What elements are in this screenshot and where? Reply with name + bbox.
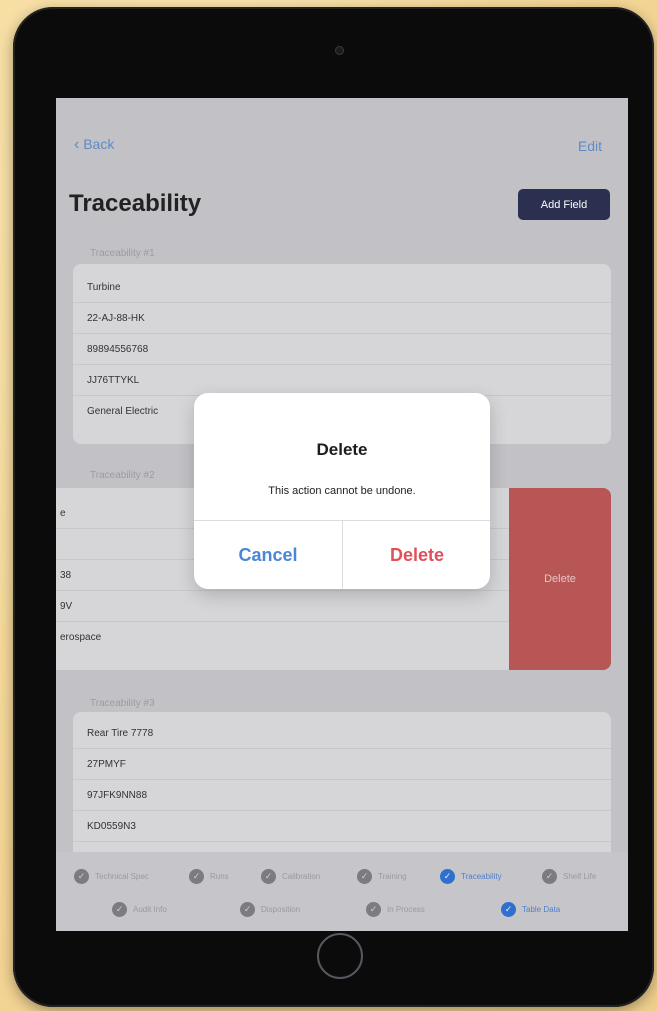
check-icon: ✓: [501, 902, 516, 917]
check-icon: ✓: [366, 902, 381, 917]
field-row[interactable]: KD0559N3: [73, 811, 611, 842]
tab-label: In Process: [387, 905, 425, 914]
chevron-left-icon: ‹: [74, 136, 80, 153]
page-title: Traceability: [69, 190, 202, 217]
field-row[interactable]: 27PMYF: [73, 749, 611, 780]
field-row[interactable]: 9V: [56, 591, 509, 622]
dialog-message: This action cannot be undone.: [268, 485, 416, 497]
check-icon: ✓: [440, 869, 455, 884]
tab-label: Shelf Life: [563, 872, 597, 881]
back-button[interactable]: ‹ Back: [74, 136, 114, 154]
check-icon: ✓: [240, 902, 255, 917]
tab-in-process[interactable]: ✓ In Process: [366, 902, 425, 917]
tab-runs[interactable]: ✓ Runs: [189, 869, 229, 884]
field-row[interactable]: 97JFK9NN88: [73, 780, 611, 811]
tab-shelf-life[interactable]: ✓ Shelf Life: [542, 869, 596, 884]
check-icon: ✓: [357, 869, 372, 884]
section-label-2: Traceability #2: [90, 470, 155, 481]
tab-label: Audit Info: [133, 905, 167, 914]
field-row[interactable]: 89894556768: [73, 334, 611, 365]
section-label-1: Traceability #1: [90, 248, 155, 259]
field-row[interactable]: erospace: [56, 622, 509, 653]
tab-label: Training: [378, 872, 407, 881]
front-camera: [335, 46, 344, 55]
cancel-button[interactable]: Cancel: [194, 521, 342, 589]
tab-training[interactable]: ✓ Training: [357, 869, 407, 884]
home-button[interactable]: [317, 933, 363, 979]
add-field-button[interactable]: Add Field: [518, 189, 610, 220]
tab-label: Table Data: [522, 905, 561, 914]
check-icon: ✓: [261, 869, 276, 884]
check-icon: ✓: [74, 869, 89, 884]
bottom-tab-bar: ✓ Technical Spec ✓ Runs ✓ Calibration ✓ …: [56, 852, 628, 931]
tab-label: Traceability: [461, 872, 502, 881]
traceability-card-3[interactable]: Rear Tire 7778 27PMYF 97JFK9NN88 KD0559N…: [73, 712, 611, 862]
tab-calibration[interactable]: ✓ Calibration: [261, 869, 320, 884]
check-icon: ✓: [542, 869, 557, 884]
section-label-3: Traceability #3: [90, 698, 155, 709]
back-label: Back: [83, 136, 115, 152]
tab-traceability[interactable]: ✓ Traceability: [440, 869, 502, 884]
tablet-frame: ‹ Back Edit Traceability Add Field Trace…: [13, 7, 654, 1007]
confirm-delete-button[interactable]: Delete: [343, 521, 490, 589]
tab-table-data[interactable]: ✓ Table Data: [501, 902, 560, 917]
field-row[interactable]: 22-AJ-88-HK: [73, 303, 611, 334]
field-row[interactable]: Turbine: [73, 272, 611, 303]
check-icon: ✓: [189, 869, 204, 884]
tab-disposition[interactable]: ✓ Disposition: [240, 902, 300, 917]
edit-button[interactable]: Edit: [578, 138, 602, 154]
tab-label: Runs: [210, 872, 229, 881]
tab-audit-info[interactable]: ✓ Audit Info: [112, 902, 167, 917]
tab-label: Disposition: [261, 905, 301, 914]
check-icon: ✓: [112, 902, 127, 917]
field-row[interactable]: JJ76TTYKL: [73, 365, 611, 396]
delete-alert-dialog: Delete This action cannot be undone. Can…: [194, 393, 490, 589]
tab-label: Calibration: [282, 872, 321, 881]
field-row[interactable]: Rear Tire 7778: [73, 718, 611, 749]
dialog-title: Delete: [316, 440, 368, 459]
tab-label: Technical Spec: [95, 872, 149, 881]
tab-technical-spec[interactable]: ✓ Technical Spec: [74, 869, 149, 884]
swipe-delete-button[interactable]: Delete: [509, 488, 611, 670]
